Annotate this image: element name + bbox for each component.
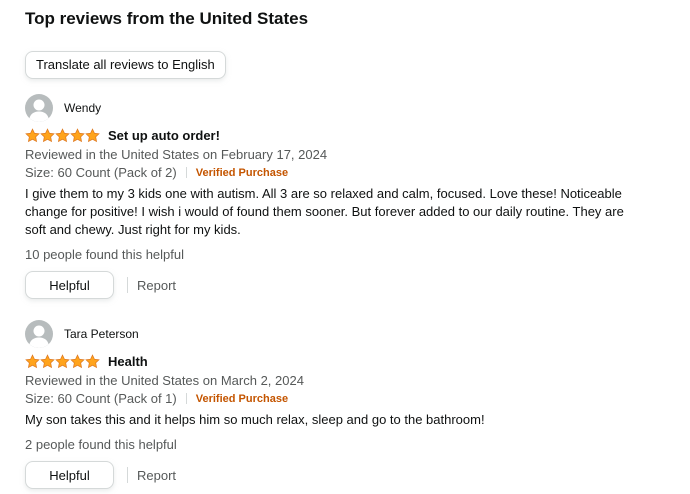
review-format: Size: 60 Count (Pack of 2) Verified Purc… [25, 165, 288, 180]
review-date: Reviewed in the United States on March 2… [25, 373, 304, 388]
star-icon [70, 127, 85, 142]
star-icon [40, 127, 55, 142]
rating-row: Set up auto order! [25, 127, 220, 143]
star-icon [25, 353, 40, 368]
section-title: Top reviews from the United States [25, 9, 309, 28]
review-body: I give them to my 3 kids one with autism… [25, 186, 624, 237]
default-avatar-icon [29, 325, 49, 348]
review-format: Size: 60 Count (Pack of 1) Verified Purc… [25, 391, 288, 406]
avatar [25, 320, 53, 348]
review-date: Reviewed in the United States on Februar… [25, 147, 328, 162]
star-rating[interactable] [25, 127, 100, 143]
helpful-button[interactable]: Helpful [25, 271, 114, 299]
helpful-button[interactable]: Helpful [25, 461, 114, 489]
review-title[interactable]: Health [108, 354, 148, 369]
reviewer-name: Tara Peterson [64, 327, 139, 341]
reviewer-profile[interactable]: Tara Peterson [25, 320, 139, 348]
size-label[interactable]: Size: 60 Count (Pack of 2) [25, 165, 177, 180]
star-icon [55, 127, 70, 142]
review-item: Tara Peterson Health Reviewed in the Uni… [25, 320, 665, 494]
divider [127, 467, 128, 483]
review-title[interactable]: Set up auto order! [108, 128, 220, 143]
helpful-count: 2 people found this helpful [25, 437, 177, 452]
translate-reviews-button[interactable]: Translate all reviews to English [25, 51, 226, 79]
review-item: Wendy Set up auto order! Reviewed in the… [25, 94, 665, 304]
default-avatar-icon [29, 99, 49, 122]
review-body: My son takes this and it helps him so mu… [25, 412, 485, 427]
reviewer-name: Wendy [64, 101, 102, 115]
star-icon [40, 353, 55, 368]
divider [185, 167, 187, 178]
star-icon [70, 353, 85, 368]
star-icon [85, 353, 100, 368]
review-actions: Helpful Report [25, 461, 176, 489]
rating-row: Health [25, 353, 148, 369]
star-icon [55, 353, 70, 368]
star-rating[interactable] [25, 353, 100, 369]
verified-purchase-badge: Verified Purchase [195, 392, 289, 405]
review-actions: Helpful Report [25, 271, 176, 299]
divider [185, 393, 187, 404]
size-label[interactable]: Size: 60 Count (Pack of 1) [25, 391, 177, 406]
reviewer-profile[interactable]: Wendy [25, 94, 101, 122]
verified-purchase-badge: Verified Purchase [195, 166, 289, 179]
helpful-count: 10 people found this helpful [25, 247, 185, 262]
report-link[interactable]: Report [137, 278, 176, 293]
divider [127, 277, 128, 293]
avatar [25, 94, 53, 122]
star-icon [85, 127, 100, 142]
report-link[interactable]: Report [137, 468, 176, 483]
star-icon [25, 127, 40, 142]
